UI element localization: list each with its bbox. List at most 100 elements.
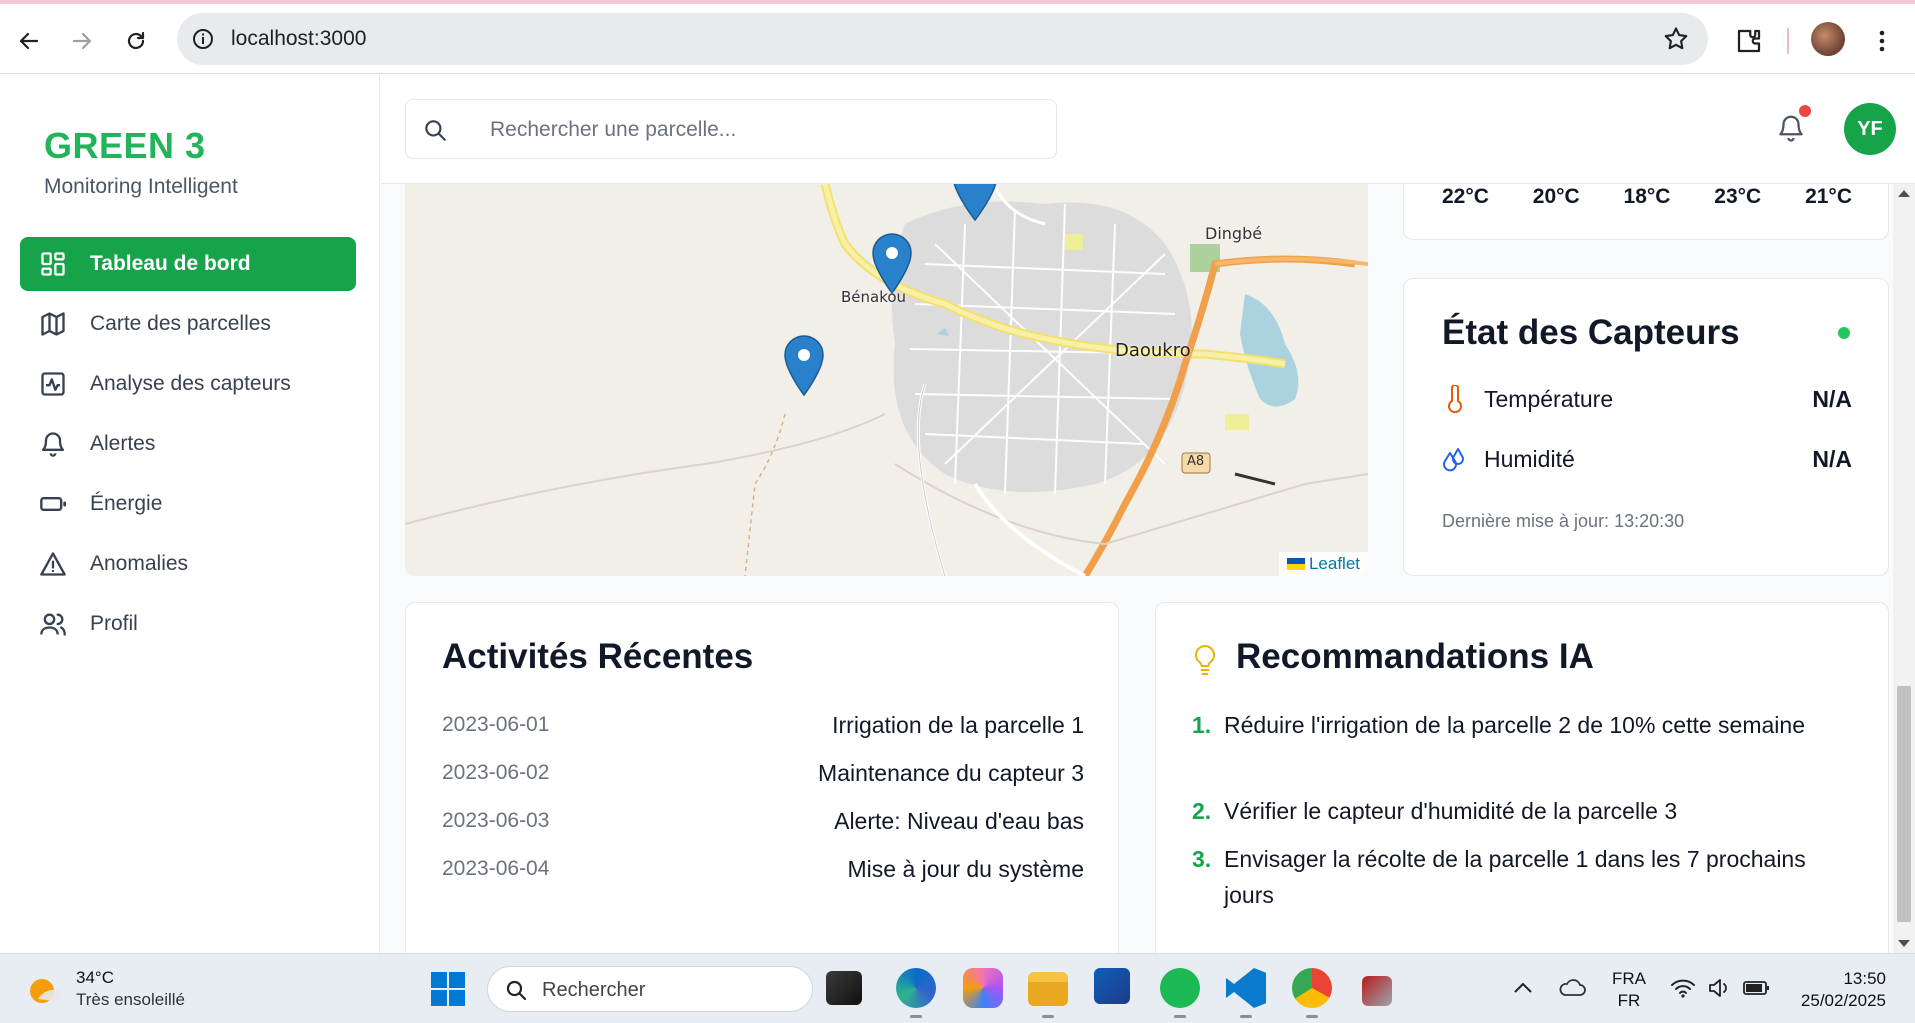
activity-date: 2023-06-04 [442, 857, 550, 880]
weather-temp: 34°C [76, 968, 114, 987]
sidebar-item-profile[interactable]: Profil [20, 597, 356, 651]
ukraine-flag-icon [1286, 558, 1305, 570]
running-indicator [1174, 1015, 1186, 1018]
forecast-temp: 18°C [1623, 185, 1671, 208]
system-clock[interactable]: 13:50 25/02/2025 [1794, 968, 1886, 1012]
more-vertical-icon[interactable] [1870, 26, 1894, 56]
sidebar-item-alerts[interactable]: Alertes [20, 417, 356, 471]
sensor-value: N/A [1812, 385, 1852, 412]
bell-icon [38, 429, 68, 459]
windows-start-icon[interactable] [430, 971, 466, 1007]
map-label-benakou: Bénakou [841, 288, 907, 306]
sidebar-item-anomalies[interactable]: Anomalies [20, 537, 356, 591]
sidebar: GREEN 3 Monitoring Intelligent Tableau d… [0, 75, 380, 953]
activity-row: 2023-06-02 Maintenance du capteur 3 [442, 757, 1084, 789]
volume-icon[interactable] [1707, 976, 1733, 1000]
app-logo-subtitle: Monitoring Intelligent [44, 175, 238, 198]
activity-row: 2023-06-01 Irrigation de la parcelle 1 [442, 709, 1084, 741]
toolbar-separator [1787, 28, 1789, 54]
sidebar-item-sensor-analysis[interactable]: Analyse des capteurs [20, 357, 356, 411]
sensor-online-indicator [1838, 327, 1850, 339]
vscode-icon[interactable] [1226, 968, 1266, 1008]
file-explorer-icon[interactable] [1028, 972, 1068, 1006]
forecast-temps: 22°C 20°C 18°C 23°C 21°C [1442, 185, 1852, 209]
page-scrollbar[interactable] [1893, 184, 1915, 953]
taskbar-weather-widget[interactable]: 34°C Très ensoleillé [24, 968, 185, 1010]
sensor-label: Humidité [1484, 445, 1575, 472]
spotify-icon[interactable] [1160, 968, 1200, 1008]
edge-browser-icon[interactable] [896, 968, 936, 1008]
sidebar-item-energy[interactable]: Énergie [20, 477, 356, 531]
sensor-value: N/A [1812, 445, 1852, 472]
parcel-search-input[interactable]: Rechercher une parcelle... [405, 99, 1057, 159]
onedrive-cloud-icon[interactable] [1558, 976, 1586, 1000]
extensions-puzzle-icon[interactable] [1734, 26, 1764, 56]
taskbar-search-label: Rechercher [542, 979, 646, 1001]
taskbar-search[interactable]: Rechercher [487, 966, 813, 1012]
sidebar-item-label: Anomalies [90, 552, 189, 575]
running-indicator [910, 1015, 922, 1018]
search-placeholder: Rechercher une parcelle... [490, 118, 737, 141]
sensor-last-update: Dernière mise à jour: 13:20:30 [1442, 511, 1685, 531]
bookmark-star-icon[interactable] [1662, 25, 1690, 53]
main-content: Dingbé Bénakou Daoukro A8 Leaflet 22°C 2… [381, 184, 1893, 953]
info-icon[interactable] [191, 27, 215, 51]
recommendation-number: 3. [1192, 846, 1212, 872]
url-text: localhost:3000 [231, 27, 367, 50]
sidebar-item-label: Carte des parcelles [90, 312, 271, 335]
battery-charging-icon[interactable] [1742, 976, 1772, 1000]
sidebar-item-label: Énergie [90, 492, 163, 515]
reload-button[interactable] [117, 22, 155, 60]
sidebar-item-map[interactable]: Carte des parcelles [20, 297, 356, 351]
clock-date: 25/02/2025 [1800, 991, 1886, 1010]
sensor-row-temperature: Température N/A [1442, 379, 1852, 419]
droplets-icon [1442, 445, 1468, 473]
parcel-map[interactable]: Dingbé Bénakou Daoukro A8 Leaflet [405, 184, 1368, 576]
battery-icon [38, 489, 68, 519]
snipping-tool-icon[interactable] [1362, 976, 1392, 1006]
microsoft-store-icon[interactable] [1094, 968, 1130, 1004]
chrome-icon[interactable] [1292, 968, 1332, 1008]
sensor-status-card: État des Capteurs Température N/A Humidi… [1403, 278, 1889, 576]
notification-bell-icon[interactable] [1776, 113, 1806, 143]
sunny-weather-icon [30, 979, 61, 1003]
scroll-thumb[interactable] [1897, 686, 1911, 922]
app-header: Rechercher une parcelle... YF [381, 75, 1915, 184]
address-bar[interactable]: localhost:3000 [177, 13, 1708, 65]
map-label-daoukro: Daoukro [1115, 340, 1191, 361]
ai-recommendations-card: Recommandations IA 1. Réduire l'irrigati… [1155, 602, 1889, 953]
activity-description: Alerte: Niveau d'eau bas [834, 807, 1084, 834]
users-icon [38, 609, 68, 639]
back-button[interactable] [10, 22, 48, 60]
activity-description: Irrigation de la parcelle 1 [832, 711, 1084, 738]
recent-activities-card: Activités Récentes 2023-06-01 Irrigation… [405, 602, 1119, 953]
browser-profile-avatar[interactable] [1811, 22, 1845, 56]
weather-description: Très ensoleillé [76, 990, 185, 1009]
activity-description: Mise à jour du système [847, 855, 1084, 882]
wifi-icon[interactable] [1670, 976, 1696, 1000]
input-language[interactable]: FRA FR [1612, 968, 1646, 1012]
clock-time: 13:50 [1843, 969, 1886, 988]
chevron-up-icon[interactable] [1512, 980, 1534, 996]
recommendation-item: 3. Envisager la récolte de la parcelle 1… [1192, 841, 1832, 913]
scroll-down-arrow[interactable] [1898, 940, 1910, 947]
dashboard-icon [38, 249, 68, 279]
forward-button[interactable] [63, 22, 101, 60]
copilot-icon[interactable] [963, 968, 1003, 1008]
leaflet-link[interactable]: Leaflet [1309, 554, 1360, 574]
task-view-icon[interactable] [826, 971, 862, 1005]
sidebar-item-dashboard[interactable]: Tableau de bord [20, 237, 356, 291]
forecast-temp: 20°C [1532, 185, 1580, 208]
sensor-card-title: État des Capteurs [1442, 313, 1740, 352]
running-indicator [1306, 1015, 1318, 1018]
recommendation-number: 2. [1192, 798, 1212, 824]
reload-icon [127, 31, 145, 50]
activities-title: Activités Récentes [442, 637, 754, 676]
sidebar-item-label: Tableau de bord [90, 252, 251, 275]
scroll-up-arrow[interactable] [1898, 190, 1910, 197]
sensor-label: Température [1484, 385, 1614, 412]
user-avatar[interactable]: YF [1844, 103, 1896, 155]
forecast-temp: 21°C [1805, 185, 1852, 208]
sidebar-menu: Tableau de bord Carte des parcelles Anal… [20, 237, 356, 657]
weather-forecast-card: 22°C 20°C 18°C 23°C 21°C [1403, 184, 1889, 240]
